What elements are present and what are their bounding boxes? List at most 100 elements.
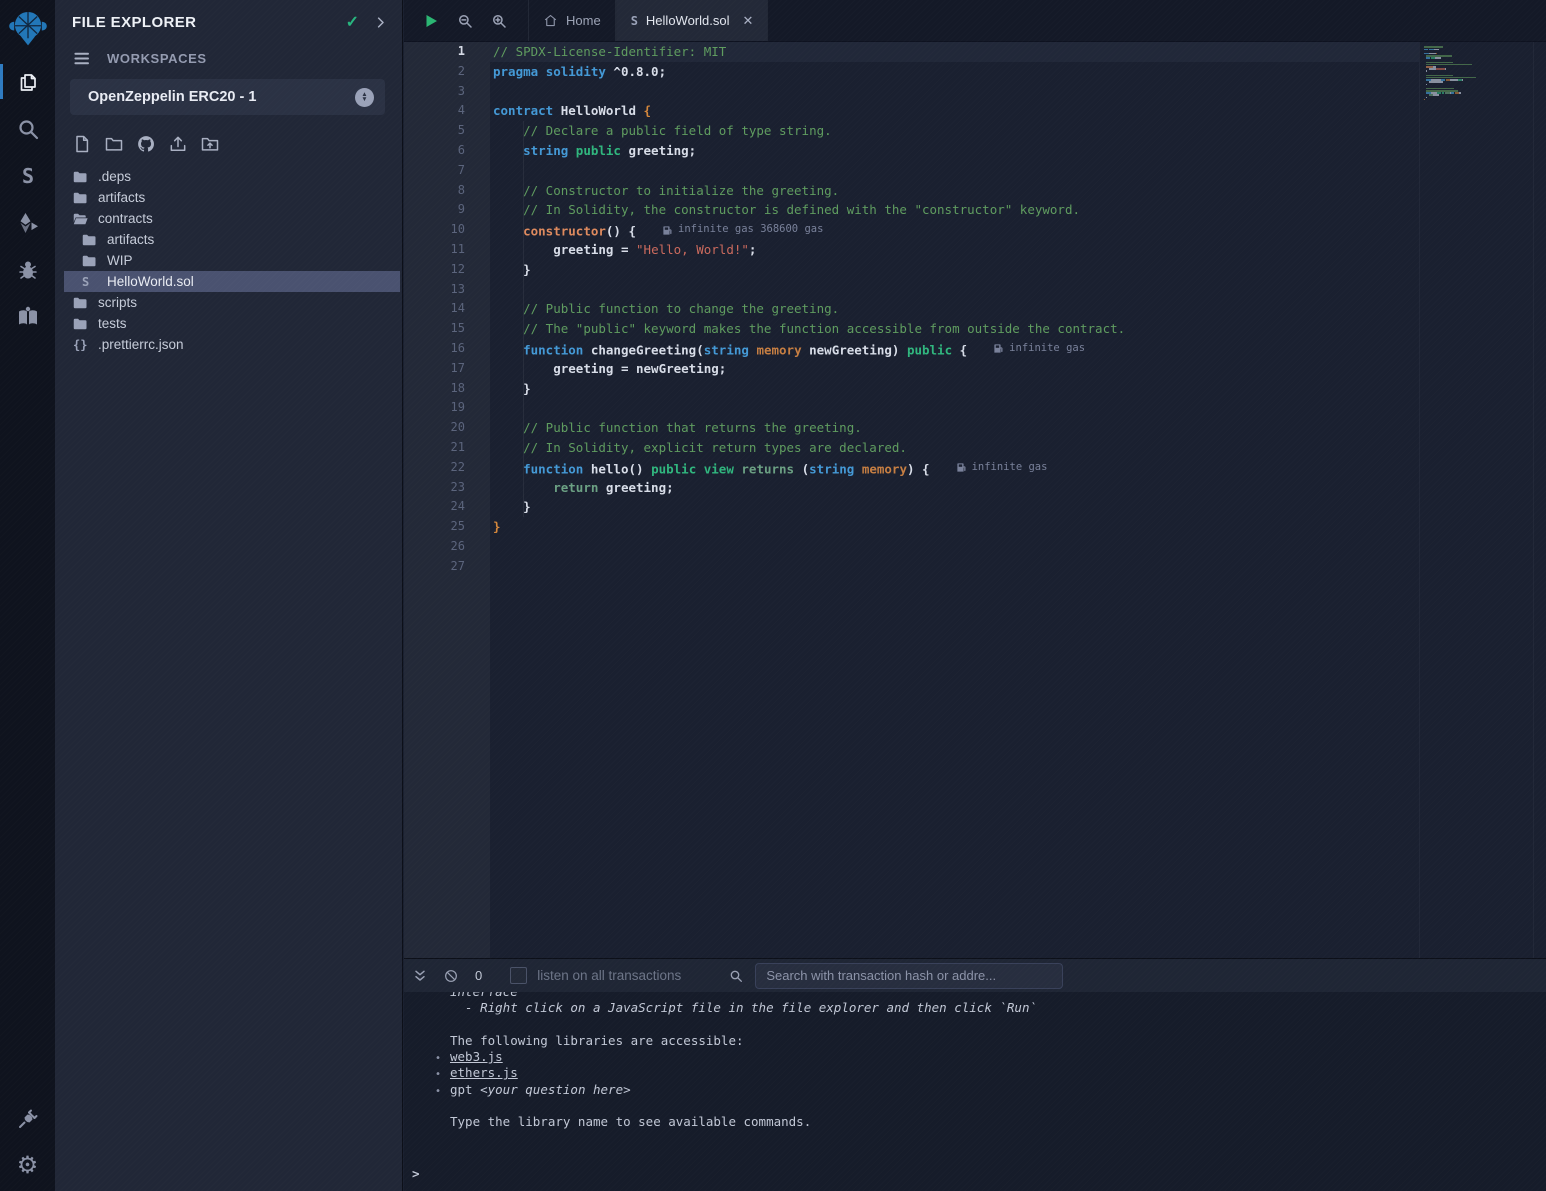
- terminal-line: [404, 1098, 1546, 1114]
- tree-item-label: tests: [98, 316, 127, 331]
- sidebar-icon-search[interactable]: [0, 105, 55, 152]
- double-chevron-down-icon[interactable]: [412, 968, 428, 984]
- sidebar-icon-plugin-manager[interactable]: [0, 1095, 55, 1142]
- tree-item-artifacts[interactable]: artifacts: [64, 229, 400, 250]
- code-area[interactable]: // SPDX-License-Identifier: MITpragma so…: [490, 42, 1419, 958]
- terminal-line: - Right click on a JavaScript file in th…: [404, 1000, 1546, 1016]
- terminal-search-input[interactable]: [755, 963, 1063, 989]
- line-number: 10: [404, 220, 490, 240]
- terminal-output[interactable]: interface - Right click on a JavaScript …: [404, 992, 1546, 1191]
- tree-item-tests[interactable]: tests: [64, 313, 400, 334]
- folder-icon: [73, 318, 89, 330]
- terminal-prompt[interactable]: >: [412, 1166, 420, 1181]
- code-line: }: [490, 379, 1419, 399]
- line-number: 13: [404, 280, 490, 300]
- plugin-manager-icon: [16, 1107, 40, 1131]
- terminal-line: The following libraries are accessible:: [404, 1033, 1546, 1049]
- sidebar-icon-debugger[interactable]: [0, 246, 55, 293]
- minimap[interactable]: [1419, 42, 1533, 958]
- code-line: // Public function that returns the gree…: [490, 418, 1419, 438]
- line-number: 11: [404, 240, 490, 260]
- folder-icon: [82, 234, 98, 246]
- terminal-link[interactable]: web3.js: [450, 1049, 503, 1064]
- solidity-compiler-icon: S: [16, 164, 40, 188]
- terminal-lines: interface - Right click on a JavaScript …: [404, 992, 1546, 1131]
- zoom-out-button[interactable]: [456, 12, 474, 30]
- deploy-run-icon: [16, 211, 40, 235]
- code-line: // Declare a public field of type string…: [490, 121, 1419, 141]
- line-number: 9: [404, 200, 490, 220]
- terminal-line: •ethers.js: [404, 1065, 1546, 1081]
- sidebar-icon-settings[interactable]: ⚙: [0, 1142, 55, 1189]
- code-editor[interactable]: 1234567891011121314151617181920212223242…: [404, 42, 1546, 958]
- tree-item-contracts[interactable]: contracts: [64, 208, 400, 229]
- new-file-button[interactable]: [72, 134, 92, 154]
- tree-item-artifacts[interactable]: artifacts: [64, 187, 400, 208]
- json-file-icon: {}: [73, 338, 89, 352]
- editor-gutter[interactable]: 1234567891011121314151617181920212223242…: [404, 42, 490, 958]
- line-number: 27: [404, 557, 490, 577]
- line-number: 24: [404, 497, 490, 517]
- gas-estimate-badge: infinite gas: [956, 458, 1048, 478]
- workspace-select[interactable]: OpenZeppelin ERC20 - 1 ▲▼: [70, 79, 385, 115]
- tree-item-helloworld-sol[interactable]: SHelloWorld.sol: [64, 271, 400, 292]
- tree-item-prettierrc-json[interactable]: {}.prettierrc.json: [64, 334, 400, 355]
- code-line: function changeGreeting(string memory ne…: [490, 339, 1419, 359]
- tree-item-deps[interactable]: .deps: [64, 166, 400, 187]
- tab-home[interactable]: Home: [528, 0, 616, 41]
- tab-label: HelloWorld.sol: [646, 13, 730, 28]
- folder-icon: [73, 171, 89, 183]
- listen-transactions-checkbox[interactable]: [510, 967, 527, 984]
- tree-item-wip[interactable]: WIP: [64, 250, 400, 271]
- sidebar-icon-solidity-compiler[interactable]: S: [0, 152, 55, 199]
- github-button[interactable]: [136, 134, 156, 154]
- bullet-icon: •: [435, 1084, 450, 1100]
- check-icon[interactable]: ✓: [346, 12, 359, 32]
- line-number: 16: [404, 339, 490, 359]
- file-tree: .depsartifactscontractsartifactsWIPSHell…: [55, 163, 402, 355]
- chevron-right-icon[interactable]: [373, 15, 388, 30]
- terminal-link[interactable]: ethers.js: [450, 1065, 518, 1080]
- tree-item-scripts[interactable]: scripts: [64, 292, 400, 313]
- code-line: constructor() {infinite gas 368600 gas: [490, 220, 1419, 240]
- solidity-file-icon: S: [631, 14, 638, 28]
- editor-scrollbar[interactable]: [1533, 42, 1546, 958]
- remix-logo-icon: [7, 8, 49, 50]
- code-line: // The "public" keyword makes the functi…: [490, 319, 1419, 339]
- code-line: [490, 280, 1419, 300]
- transaction-count-badge: 0: [475, 968, 482, 983]
- run-script-button[interactable]: [422, 12, 440, 30]
- play-icon: [422, 12, 440, 30]
- line-number: 26: [404, 537, 490, 557]
- gas-estimate-badge: infinite gas 368600 gas: [662, 220, 823, 240]
- close-icon[interactable]: ✕: [743, 13, 754, 29]
- code-line: greeting = newGreeting;: [490, 359, 1419, 379]
- code-line: }: [490, 260, 1419, 280]
- tab-bar: Home S HelloWorld.sol ✕: [404, 0, 1546, 42]
- sidebar-icon-learneth[interactable]: [0, 293, 55, 340]
- new-folder-button[interactable]: [104, 134, 124, 154]
- minimap-line: [1424, 103, 1533, 105]
- load-folder-button[interactable]: [200, 134, 220, 154]
- workspaces-row: WORKSPACES: [55, 44, 402, 79]
- sidebar-icon-remix-logo[interactable]: [0, 0, 55, 58]
- editor-controls: [404, 0, 528, 41]
- line-number: 2: [404, 62, 490, 82]
- line-number: 7: [404, 161, 490, 181]
- line-number: 22: [404, 458, 490, 478]
- tree-item-label: artifacts: [98, 190, 145, 205]
- upload-file-button[interactable]: [168, 134, 188, 154]
- code-line: [490, 398, 1419, 418]
- code-line: }: [490, 497, 1419, 517]
- zoom-in-button[interactable]: [490, 12, 508, 30]
- folder-icon: [73, 192, 89, 204]
- icon-sidebar: S ⚙: [0, 0, 55, 1191]
- code-line: [490, 557, 1419, 577]
- tab-helloworld-sol[interactable]: S HelloWorld.sol ✕: [616, 0, 769, 41]
- code-line: return greeting;: [490, 478, 1419, 498]
- sidebar-icon-deploy-run[interactable]: [0, 199, 55, 246]
- hamburger-menu-icon[interactable]: [73, 49, 92, 68]
- clear-console-icon[interactable]: [443, 968, 459, 984]
- sidebar-icon-file-explorer[interactable]: [0, 58, 55, 105]
- search-icon: [728, 968, 744, 984]
